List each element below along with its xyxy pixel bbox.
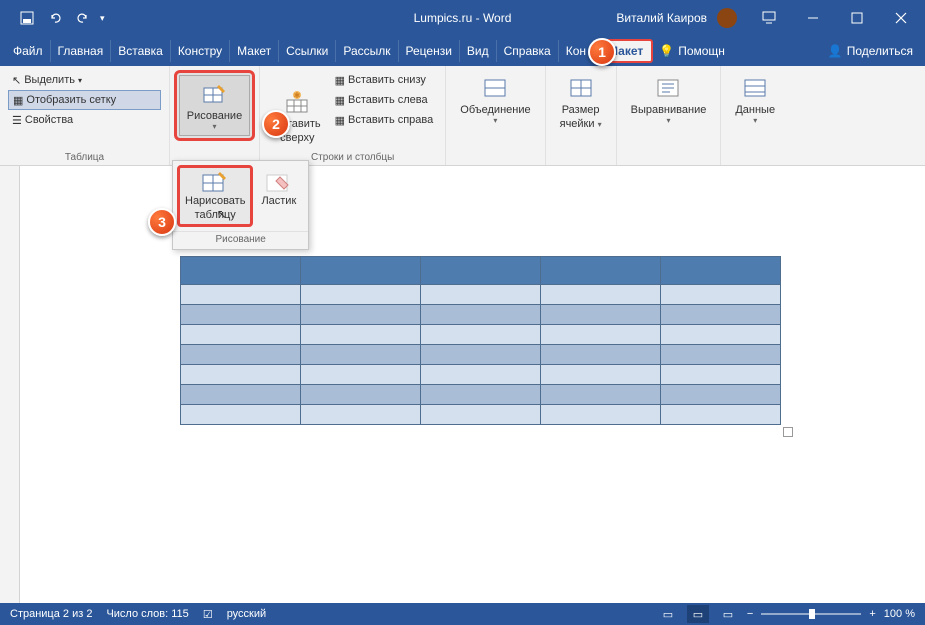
table-row <box>181 345 781 365</box>
avatar[interactable] <box>717 8 737 28</box>
close-icon[interactable] <box>881 0 921 36</box>
draw-table-icon <box>201 80 229 108</box>
ribbon-group-merge: Объединение ▾ <box>446 66 545 165</box>
select-button[interactable]: ↖Выделить▾ <box>8 70 161 90</box>
svg-text:✱: ✱ <box>294 91 301 100</box>
ribbon-options-icon[interactable] <box>749 0 789 36</box>
cursor-icon: ↖ <box>12 74 21 87</box>
insert-left-button[interactable]: ▦Вставить слева <box>331 90 438 110</box>
menu-review[interactable]: Рецензи <box>399 40 460 62</box>
chevron-down-icon: ▾ <box>212 122 216 131</box>
menu-design[interactable]: Констру <box>171 40 230 62</box>
dropdown-group-label: Рисование <box>173 231 308 249</box>
menu-view[interactable]: Вид <box>460 40 497 62</box>
ribbon-group-draw: Рисование ▾ <box>170 66 260 165</box>
tell-me-label[interactable]: Помощн <box>678 44 725 58</box>
web-layout-icon[interactable]: ▭ <box>717 605 739 623</box>
table-row <box>181 285 781 305</box>
redo-icon[interactable] <box>72 7 94 29</box>
menu-insert[interactable]: Вставка <box>111 40 171 62</box>
draw-table-icon <box>202 171 228 193</box>
insert-right-button[interactable]: ▦Вставить справа <box>331 110 438 130</box>
table-row <box>181 325 781 345</box>
menu-help[interactable]: Справка <box>497 40 559 62</box>
cellsize-button[interactable]: Размер ячейки ▾ <box>554 70 608 134</box>
zoom-slider[interactable] <box>761 613 861 615</box>
ribbon-group-cellsize: Размер ячейки ▾ <box>546 66 617 165</box>
document-area[interactable] <box>0 166 925 604</box>
table-row <box>181 405 781 425</box>
table-row <box>181 305 781 325</box>
menu-file[interactable]: Файл <box>6 40 51 62</box>
draw-button[interactable]: Рисование ▾ <box>179 75 250 136</box>
eraser-icon <box>266 171 292 193</box>
data-icon <box>741 74 769 102</box>
insert-left-icon: ▦ <box>335 94 345 107</box>
language-status[interactable]: русский <box>227 608 266 620</box>
print-layout-icon[interactable]: ▭ <box>687 605 709 623</box>
menu-home[interactable]: Главная <box>51 40 112 62</box>
menu-layout[interactable]: Макет <box>230 40 279 62</box>
group-label-table: Таблица <box>0 152 169 163</box>
ribbon: ↖Выделить▾ ▦Отобразить сетку ☰Свойства Т… <box>0 66 925 166</box>
merge-icon <box>481 74 509 102</box>
marker-3: 3 <box>148 208 176 236</box>
zoom-out-button[interactable]: − <box>747 608 753 620</box>
draw-dropdown: Нарисовать таблицу↖ Ластик Рисование <box>172 160 309 250</box>
draw-table-button[interactable]: Нарисовать таблицу↖ <box>177 165 253 227</box>
zoom-level[interactable]: 100 % <box>884 608 915 620</box>
spellcheck-icon[interactable]: ☑ <box>203 608 213 621</box>
marker-2: 2 <box>262 110 290 138</box>
window-title: Lumpics.ru - Word <box>414 11 512 25</box>
ruler-vertical <box>0 166 20 604</box>
save-icon[interactable] <box>16 7 38 29</box>
page-status[interactable]: Страница 2 из 2 <box>10 608 92 620</box>
word-count[interactable]: Число слов: 115 <box>106 608 188 620</box>
show-grid-button[interactable]: ▦Отобразить сетку <box>8 90 161 110</box>
ribbon-group-rowscols: ✱ Вставить сверху ▦Вставить снизу ▦Встав… <box>260 66 446 165</box>
eraser-button[interactable]: Ластик <box>253 165 304 227</box>
undo-icon[interactable] <box>44 7 66 29</box>
document-content <box>180 256 781 425</box>
menu-bar: Файл Главная Вставка Констру Макет Ссылк… <box>0 36 925 66</box>
maximize-icon[interactable] <box>837 0 877 36</box>
data-button[interactable]: Данные ▾ <box>729 70 781 129</box>
insert-below-button[interactable]: ▦Вставить снизу <box>331 70 438 90</box>
grid-icon: ▦ <box>13 94 23 107</box>
table-resize-handle[interactable] <box>783 427 793 437</box>
status-bar: Страница 2 из 2 Число слов: 115 ☑ русски… <box>0 603 925 625</box>
title-bar: ▾ Lumpics.ru - Word Виталий Каиров <box>0 0 925 36</box>
cellsize-icon <box>567 74 595 102</box>
table-row <box>181 365 781 385</box>
insert-below-icon: ▦ <box>335 74 345 87</box>
align-icon <box>654 74 682 102</box>
menu-references[interactable]: Ссылки <box>279 40 336 62</box>
zoom-in-button[interactable]: + <box>869 608 875 620</box>
properties-button[interactable]: ☰Свойства <box>8 110 161 130</box>
read-mode-icon[interactable]: ▭ <box>657 605 679 623</box>
qat-more-icon[interactable]: ▾ <box>100 13 105 24</box>
cursor-icon: ↖ <box>217 207 227 221</box>
table-row <box>181 257 781 285</box>
table-row <box>181 385 781 405</box>
ribbon-group-table: ↖Выделить▾ ▦Отобразить сетку ☰Свойства Т… <box>0 66 170 165</box>
insert-right-icon: ▦ <box>335 114 345 127</box>
ribbon-group-align: Выравнивание ▾ <box>617 66 722 165</box>
menu-mailings[interactable]: Рассылк <box>336 40 398 62</box>
draw-button-highlight: Рисование ▾ <box>174 70 255 141</box>
share-button[interactable]: 👤 Поделиться <box>816 40 925 62</box>
props-icon: ☰ <box>12 114 22 127</box>
share-icon: 👤 <box>828 44 843 58</box>
minimize-icon[interactable] <box>793 0 833 36</box>
ribbon-group-data: Данные ▾ <box>721 66 789 165</box>
insert-above-icon: ✱ <box>283 88 311 116</box>
tell-me-icon: 💡 <box>659 44 674 58</box>
merge-button[interactable]: Объединение ▾ <box>454 70 536 129</box>
align-button[interactable]: Выравнивание ▾ <box>625 70 713 129</box>
marker-1: 1 <box>588 38 616 66</box>
word-table[interactable] <box>180 256 781 425</box>
user-name: Виталий Каиров <box>616 11 707 25</box>
